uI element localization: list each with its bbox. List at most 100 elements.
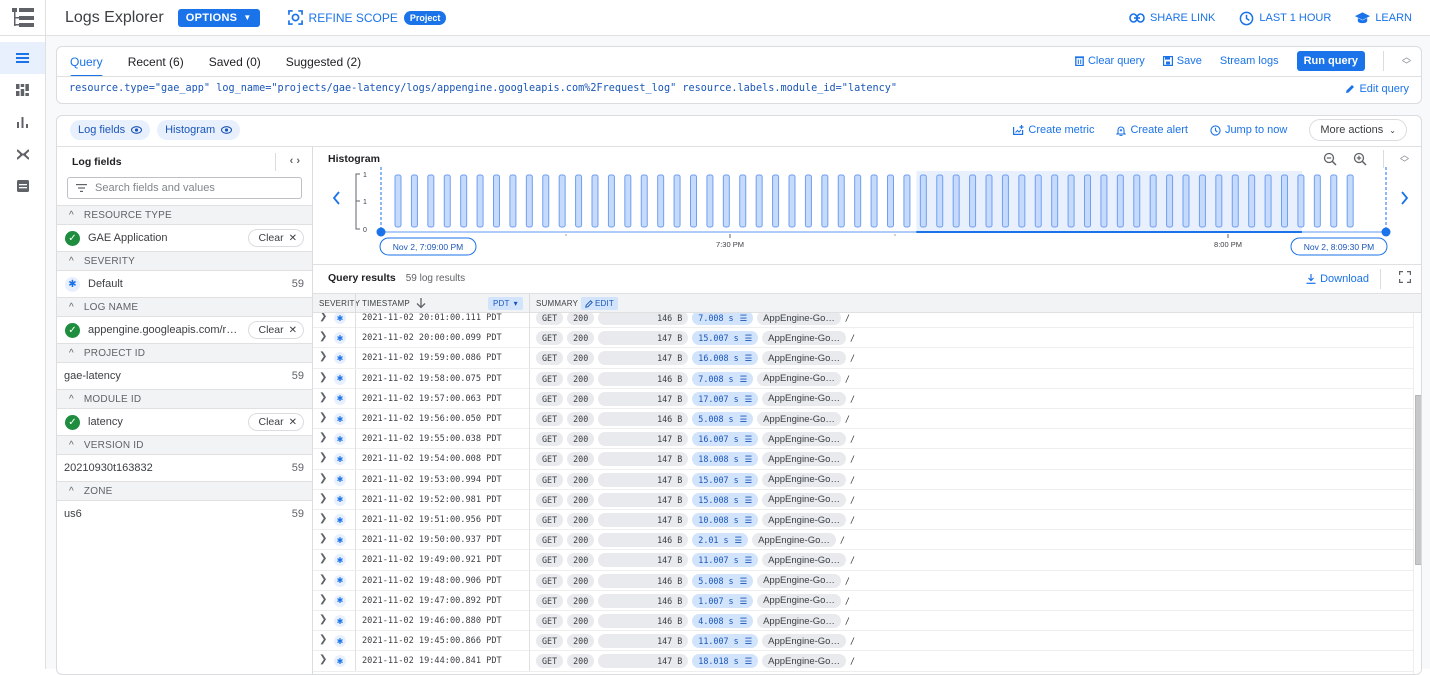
expand-row-icon[interactable]: ❯ [319, 452, 327, 463]
user-agent-chip[interactable]: AppEngine-Go… [757, 412, 841, 426]
expand-row-icon[interactable]: ❯ [319, 574, 327, 585]
share-link-button[interactable]: SHARE LINK [1129, 12, 1215, 24]
clear-query-button[interactable]: Clear query [1074, 55, 1145, 67]
histogram-bar[interactable] [722, 174, 730, 228]
histogram-bar[interactable] [1231, 174, 1239, 228]
latency-chip[interactable]: 2.01 s ☰ [692, 533, 749, 548]
response-size-chip[interactable]: 146 B [598, 614, 689, 628]
histogram-bar[interactable] [887, 174, 894, 228]
response-size-chip[interactable]: 147 B [598, 492, 689, 507]
histogram-bar[interactable] [821, 174, 829, 228]
response-size-chip[interactable]: 147 B [598, 452, 689, 467]
chevron-right-icon[interactable] [1401, 191, 1409, 205]
logs-app-icon[interactable] [0, 0, 46, 36]
response-size-chip[interactable]: 146 B [598, 593, 689, 608]
user-agent-chip[interactable]: AppEngine-Go… [762, 351, 846, 366]
start-handle[interactable] [376, 227, 386, 237]
response-size-chip[interactable]: 147 B [598, 513, 689, 527]
user-agent-chip[interactable]: AppEngine-Go… [757, 614, 841, 628]
create-metric-button[interactable]: Create metric [1013, 124, 1094, 136]
log-entry-row[interactable]: ❯ ✱ 2021-11-02 20:00:00.099 PDT GET 200 147 B… [313, 328, 1413, 349]
histogram-bar[interactable] [1313, 174, 1321, 228]
http-status-chip[interactable]: 200 [567, 313, 595, 325]
http-status-chip[interactable]: 200 [567, 492, 595, 507]
expand-row-icon[interactable]: ❯ [319, 654, 327, 665]
user-agent-chip[interactable]: AppEngine-Go… [762, 432, 846, 447]
histogram-bar[interactable] [1346, 174, 1354, 228]
histogram-bar[interactable] [427, 174, 435, 228]
response-size-chip[interactable]: 147 B [598, 553, 689, 568]
field-value-item[interactable]: ✓ appengine.googleapis.com/requ... Clear ✕ [57, 317, 312, 343]
chevron-left-icon[interactable] [332, 191, 340, 205]
user-agent-chip[interactable]: AppEngine-Go… [757, 593, 841, 608]
response-size-chip[interactable]: 147 B [598, 351, 689, 366]
http-method-chip[interactable]: GET [536, 654, 564, 669]
latency-chip[interactable]: 7.008 s ☰ [692, 313, 754, 325]
field-group-header[interactable]: ^ LOG NAME [57, 297, 312, 317]
http-status-chip[interactable]: 200 [567, 513, 595, 527]
histogram-bar[interactable] [903, 174, 911, 228]
learn-button[interactable]: LEARN [1355, 12, 1412, 24]
histogram-bar[interactable] [575, 174, 583, 228]
field-group-header[interactable]: ^ MODULE ID [57, 389, 312, 409]
options-button[interactable]: OPTIONS ▼ [177, 8, 260, 27]
histogram-bar[interactable] [1297, 174, 1305, 228]
histogram-bar[interactable] [1018, 174, 1026, 228]
response-size-chip[interactable]: 146 B [598, 573, 689, 588]
expand-row-icon[interactable]: ❯ [319, 553, 327, 564]
histogram-bar[interactable] [1133, 174, 1141, 228]
http-method-chip[interactable]: GET [536, 553, 564, 568]
edit-summary-button[interactable]: EDIT [581, 294, 619, 313]
histogram-bar[interactable] [755, 174, 763, 228]
histogram-bar[interactable] [1084, 174, 1091, 228]
expand-row-icon[interactable]: ❯ [319, 533, 327, 544]
histogram-bar[interactable] [558, 174, 566, 228]
histogram-bar[interactable] [969, 174, 977, 228]
http-method-chip[interactable]: GET [536, 573, 564, 588]
tab-recent[interactable]: Recent (6) [128, 47, 184, 77]
log-entry-row[interactable]: ❯ ✱ 2021-11-02 19:54:00.008 PDT GET 200 147 B… [313, 449, 1413, 470]
tab-suggested[interactable]: Suggested (2) [286, 47, 361, 77]
latency-chip[interactable]: 5.008 s ☰ [692, 573, 754, 588]
edit-query-button[interactable]: Edit query [1345, 83, 1409, 95]
log-entry-row[interactable]: ❯ ✱ 2021-11-02 19:50:00.937 PDT GET 200 146 B… [313, 530, 1413, 551]
histogram-bar[interactable] [1034, 174, 1042, 228]
latency-chip[interactable]: 17.007 s ☰ [692, 391, 759, 406]
zoom-out-icon[interactable] [1323, 152, 1337, 166]
log-entry-row[interactable]: ❯ ✱ 2021-11-02 20:01:00.111 PDT GET 200 146 B… [313, 313, 1413, 329]
log-entry-row[interactable]: ❯ ✱ 2021-11-02 19:53:00.994 PDT GET 200 147 B… [313, 469, 1413, 490]
latency-chip[interactable]: 18.008 s ☰ [692, 452, 759, 467]
response-size-chip[interactable]: 147 B [598, 634, 689, 649]
histogram-bar[interactable] [657, 174, 665, 228]
log-entry-row[interactable]: ❯ ✱ 2021-11-02 19:47:00.892 PDT GET 200 146 B… [313, 590, 1413, 611]
nav-logs-explorer[interactable] [0, 42, 45, 74]
tab-query[interactable]: Query [70, 47, 103, 77]
histogram-bar[interactable] [1215, 174, 1223, 228]
log-entry-row[interactable]: ❯ ✱ 2021-11-02 19:58:00.075 PDT GET 200 146 B… [313, 368, 1413, 389]
nav-router[interactable] [0, 138, 45, 170]
expand-row-icon[interactable]: ❯ [319, 372, 327, 383]
results-scrollbar[interactable] [1413, 313, 1421, 674]
expand-row-icon[interactable]: ❯ [319, 594, 327, 605]
user-agent-chip[interactable]: AppEngine-Go… [757, 371, 841, 386]
more-actions-button[interactable]: More actions ⌄ [1309, 119, 1407, 141]
expand-row-icon[interactable]: ❯ [319, 392, 327, 403]
histogram-bar[interactable] [1001, 174, 1009, 228]
stream-logs-button[interactable]: Stream logs [1220, 55, 1279, 67]
http-status-chip[interactable]: 200 [567, 533, 595, 548]
histogram-bar[interactable] [837, 174, 845, 228]
clear-filter-button[interactable]: Clear ✕ [247, 413, 304, 431]
log-entry-row[interactable]: ❯ ✱ 2021-11-02 19:48:00.906 PDT GET 200 146 B… [313, 570, 1413, 591]
time-range-button[interactable]: LAST 1 HOUR [1239, 11, 1331, 26]
clear-filter-button[interactable]: Clear ✕ [247, 229, 304, 247]
histogram-bar[interactable] [952, 174, 960, 228]
histogram-bar[interactable] [706, 174, 714, 228]
histogram-bar[interactable] [1330, 174, 1338, 228]
response-size-chip[interactable]: 147 B [598, 654, 689, 669]
field-group-header[interactable]: ^ ZONE [57, 481, 312, 501]
histogram-bar[interactable] [1166, 174, 1174, 228]
histogram-bar[interactable] [493, 174, 500, 228]
code-collapse-icon[interactable]: ‹ › [290, 155, 300, 167]
http-method-chip[interactable]: GET [536, 391, 564, 406]
run-query-button[interactable]: Run query [1296, 51, 1365, 71]
